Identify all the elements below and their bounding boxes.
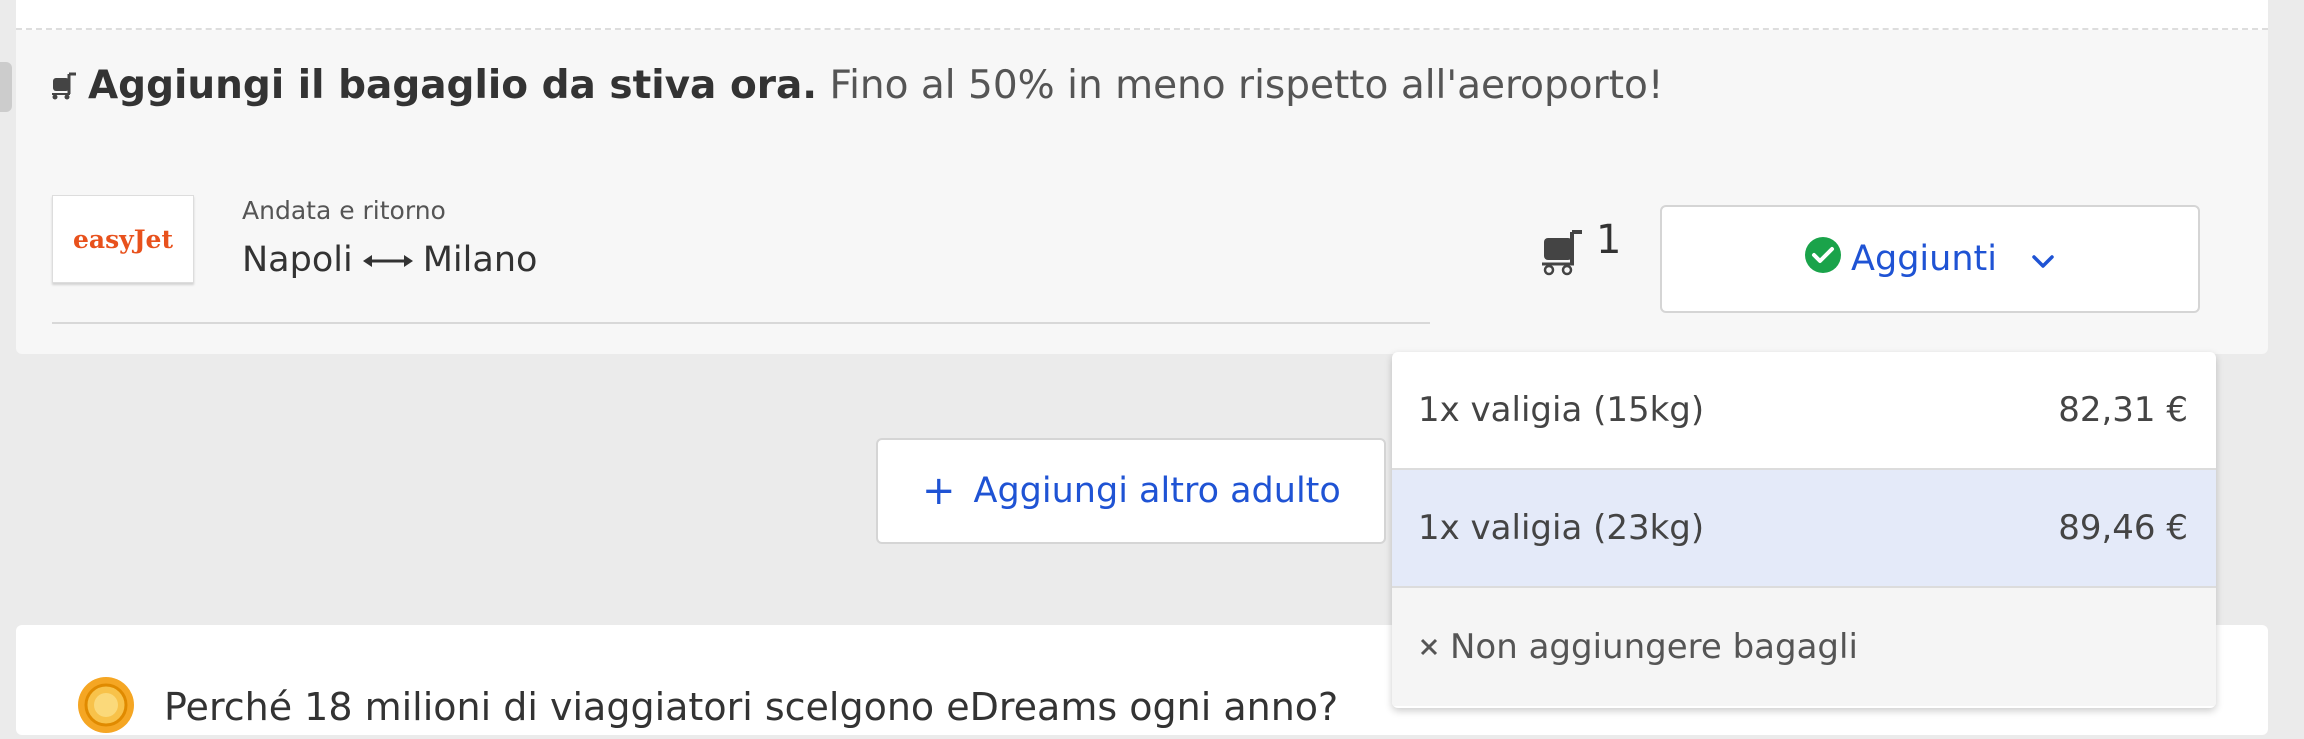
destination-city: Milano (422, 240, 538, 280)
luggage-cart-icon (1540, 220, 1586, 280)
section-marker (0, 62, 12, 112)
medal-icon (76, 675, 136, 739)
trip-type: Andata e ritorno (242, 196, 446, 225)
option-price: 82,31 € (2058, 390, 2188, 430)
add-adult-label: Aggiungi altro adulto (973, 471, 1341, 511)
why-edreams-heading: Perché 18 milioni di viaggiatori scelgon… (164, 685, 1339, 729)
promo-headline: Aggiungi il bagaglio da stiva ora. (88, 63, 818, 108)
baggage-promo: Aggiungi il bagaglio da stiva ora. Fino … (50, 58, 1663, 116)
route: Napoli Milano (242, 240, 537, 280)
option-price: 89,46 € (2058, 508, 2188, 548)
baggage-option-23kg[interactable]: 1x valigia (23kg) 89,46 € (1392, 470, 2216, 588)
divider (52, 322, 1430, 324)
luggage-cart-icon (50, 60, 78, 116)
bag-count-value: 1 (1596, 217, 1622, 263)
airline-logo: easyJet (52, 195, 194, 283)
baggage-options-dropdown: 1x valigia (15kg) 82,31 € 1x valigia (23… (1392, 352, 2216, 708)
round-trip-arrow-icon (362, 240, 413, 280)
baggage-status-dropdown-button[interactable]: Aggiunti (1660, 205, 2200, 313)
plus-icon: + (922, 468, 956, 514)
origin-city: Napoli (242, 240, 353, 280)
option-label: 1x valigia (23kg) (1418, 508, 1705, 548)
close-icon (1418, 627, 1440, 667)
bag-count: 1 (1540, 220, 1621, 280)
baggage-status-label: Aggiunti (1851, 239, 1997, 279)
check-circle-icon (1805, 236, 1842, 282)
option-label: 1x valigia (15kg) (1418, 390, 1705, 430)
baggage-option-15kg[interactable]: 1x valigia (15kg) 82,31 € (1392, 352, 2216, 470)
chevron-down-icon (2031, 239, 2055, 279)
promo-subtext: Fino al 50% in meno rispetto all'aeropor… (817, 63, 1664, 108)
previous-section (16, 0, 2268, 30)
no-baggage-option[interactable]: Non aggiungere bagagli (1392, 588, 2216, 706)
add-adult-button[interactable]: + Aggiungi altro adulto (876, 438, 1386, 544)
no-baggage-label: Non aggiungere bagagli (1450, 627, 1858, 667)
